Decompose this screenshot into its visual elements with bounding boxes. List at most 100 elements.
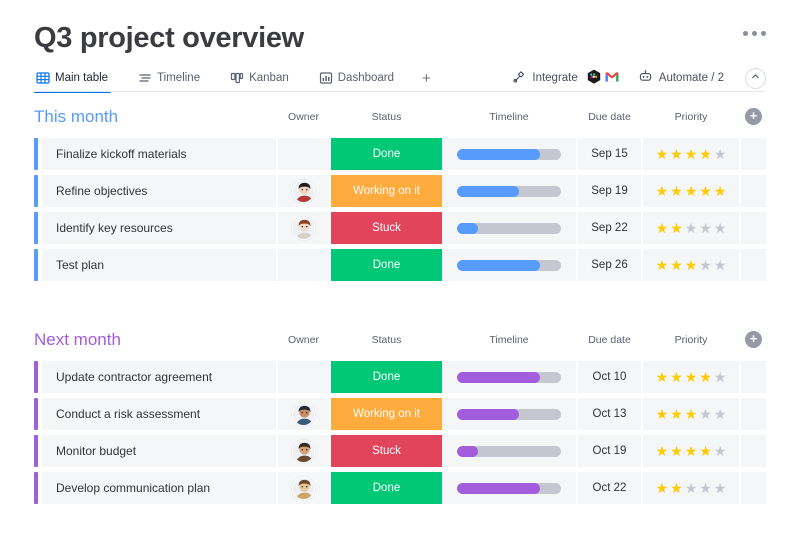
cell-due-date[interactable]: Sep 26	[578, 249, 641, 281]
cell-timeline[interactable]	[442, 212, 576, 244]
table-row[interactable]: Develop communication planDoneOct 22★★★★…	[34, 472, 766, 504]
cell-task-name[interactable]: Finalize kickoff materials	[42, 138, 276, 170]
cell-task-name[interactable]: Develop communication plan	[42, 472, 276, 504]
star-icon[interactable]: ★	[685, 444, 698, 458]
star-icon[interactable]: ★	[670, 407, 683, 421]
star-icon[interactable]: ★	[699, 370, 712, 384]
table-row[interactable]: Monitor budgetStuckOct 19★★★★★	[34, 435, 766, 467]
tab-main-table[interactable]: Main table	[34, 64, 119, 92]
avatar[interactable]	[292, 440, 315, 463]
star-icon[interactable]: ★	[685, 407, 698, 421]
cell-status[interactable]: Done	[331, 472, 442, 504]
column-header-priority[interactable]: Priority	[643, 104, 739, 130]
add-view-button[interactable]: +	[416, 71, 437, 86]
column-header-due-date[interactable]: Due date	[578, 327, 641, 353]
star-icon[interactable]: ★	[699, 258, 712, 272]
star-icon[interactable]: ★	[699, 221, 712, 235]
cell-priority[interactable]: ★★★★★	[643, 249, 739, 281]
star-icon[interactable]: ★	[714, 221, 727, 235]
star-icon[interactable]: ★	[656, 444, 669, 458]
table-row[interactable]: Identify key resourcesStuckSep 22★★★★★	[34, 212, 766, 244]
avatar[interactable]	[292, 217, 315, 240]
table-row[interactable]: Update contractor agreementDoneOct 10★★★…	[34, 361, 766, 393]
add-column-button[interactable]: +	[745, 108, 762, 125]
cell-task-name[interactable]: Conduct a risk assessment	[42, 398, 276, 430]
cell-status[interactable]: Done	[331, 361, 442, 393]
star-icon[interactable]: ★	[656, 407, 669, 421]
star-icon[interactable]: ★	[699, 481, 712, 495]
cell-status[interactable]: Done	[331, 249, 442, 281]
cell-timeline[interactable]	[442, 175, 576, 207]
star-icon[interactable]: ★	[670, 481, 683, 495]
star-icon[interactable]: ★	[714, 258, 727, 272]
cell-task-name[interactable]: Update contractor agreement	[42, 361, 276, 393]
star-icon[interactable]: ★	[714, 481, 727, 495]
cell-owner[interactable]	[278, 138, 329, 170]
cell-status[interactable]: Working on it	[331, 398, 442, 430]
integrate-button[interactable]: Integrate	[503, 69, 628, 88]
cell-task-name[interactable]: Refine objectives	[42, 175, 276, 207]
star-icon[interactable]: ★	[699, 444, 712, 458]
star-icon[interactable]: ★	[656, 221, 669, 235]
cell-owner[interactable]	[278, 249, 329, 281]
cell-due-date[interactable]: Oct 13	[578, 398, 641, 430]
cell-owner[interactable]	[278, 472, 329, 504]
star-icon[interactable]: ★	[670, 258, 683, 272]
star-icon[interactable]: ★	[670, 370, 683, 384]
cell-timeline[interactable]	[442, 249, 576, 281]
cell-priority[interactable]: ★★★★★	[643, 398, 739, 430]
cell-timeline[interactable]	[442, 398, 576, 430]
cell-task-name[interactable]: Identify key resources	[42, 212, 276, 244]
star-icon[interactable]: ★	[670, 147, 683, 161]
tab-kanban[interactable]: Kanban	[228, 64, 300, 92]
cell-due-date[interactable]: Oct 19	[578, 435, 641, 467]
star-icon[interactable]: ★	[685, 481, 698, 495]
cell-status[interactable]: Stuck	[331, 435, 442, 467]
star-icon[interactable]: ★	[656, 370, 669, 384]
star-icon[interactable]: ★	[714, 184, 727, 198]
star-icon[interactable]: ★	[714, 444, 727, 458]
cell-due-date[interactable]: Sep 15	[578, 138, 641, 170]
board-more-options-button[interactable]	[743, 31, 766, 36]
cell-priority[interactable]: ★★★★★	[643, 212, 739, 244]
cell-owner[interactable]	[278, 398, 329, 430]
cell-task-name[interactable]: Test plan	[42, 249, 276, 281]
table-row[interactable]: Conduct a risk assessment Working on it Oc…	[34, 398, 766, 430]
star-icon[interactable]: ★	[656, 481, 669, 495]
avatar[interactable]	[292, 477, 315, 500]
cell-due-date[interactable]: Oct 10	[578, 361, 641, 393]
column-header-priority[interactable]: Priority	[643, 327, 739, 353]
cell-owner[interactable]	[278, 361, 329, 393]
star-icon[interactable]: ★	[685, 184, 698, 198]
star-icon[interactable]: ★	[656, 147, 669, 161]
automate-button[interactable]: Automate / 2	[629, 69, 733, 87]
cell-status[interactable]: Stuck	[331, 212, 442, 244]
cell-status[interactable]: Working on it	[331, 175, 442, 207]
star-icon[interactable]: ★	[670, 444, 683, 458]
table-row[interactable]: Refine objectivesWorking on itSep 19★★★★…	[34, 175, 766, 207]
star-icon[interactable]: ★	[685, 221, 698, 235]
star-icon[interactable]: ★	[656, 258, 669, 272]
collapse-toolbar-button[interactable]	[745, 68, 766, 89]
cell-task-name[interactable]: Monitor budget	[42, 435, 276, 467]
star-icon[interactable]: ★	[699, 407, 712, 421]
add-column-button[interactable]: +	[745, 331, 762, 348]
star-icon[interactable]: ★	[670, 221, 683, 235]
star-icon[interactable]: ★	[714, 407, 727, 421]
cell-priority[interactable]: ★★★★★	[643, 472, 739, 504]
star-icon[interactable]: ★	[685, 147, 698, 161]
cell-status[interactable]: Done	[331, 138, 442, 170]
tab-timeline[interactable]: Timeline	[136, 64, 211, 92]
cell-priority[interactable]: ★★★★★	[643, 435, 739, 467]
star-icon[interactable]: ★	[685, 370, 698, 384]
cell-owner[interactable]	[278, 175, 329, 207]
avatar[interactable]	[292, 403, 315, 426]
star-icon[interactable]: ★	[699, 184, 712, 198]
table-row[interactable]: Finalize kickoff materialsDoneSep 15★★★★…	[34, 138, 766, 170]
cell-due-date[interactable]: Sep 22	[578, 212, 641, 244]
cell-priority[interactable]: ★★★★★	[643, 175, 739, 207]
cell-timeline[interactable]	[442, 361, 576, 393]
star-icon[interactable]: ★	[685, 258, 698, 272]
column-header-status[interactable]: Status	[331, 327, 442, 353]
column-header-owner[interactable]: Owner	[278, 327, 329, 353]
